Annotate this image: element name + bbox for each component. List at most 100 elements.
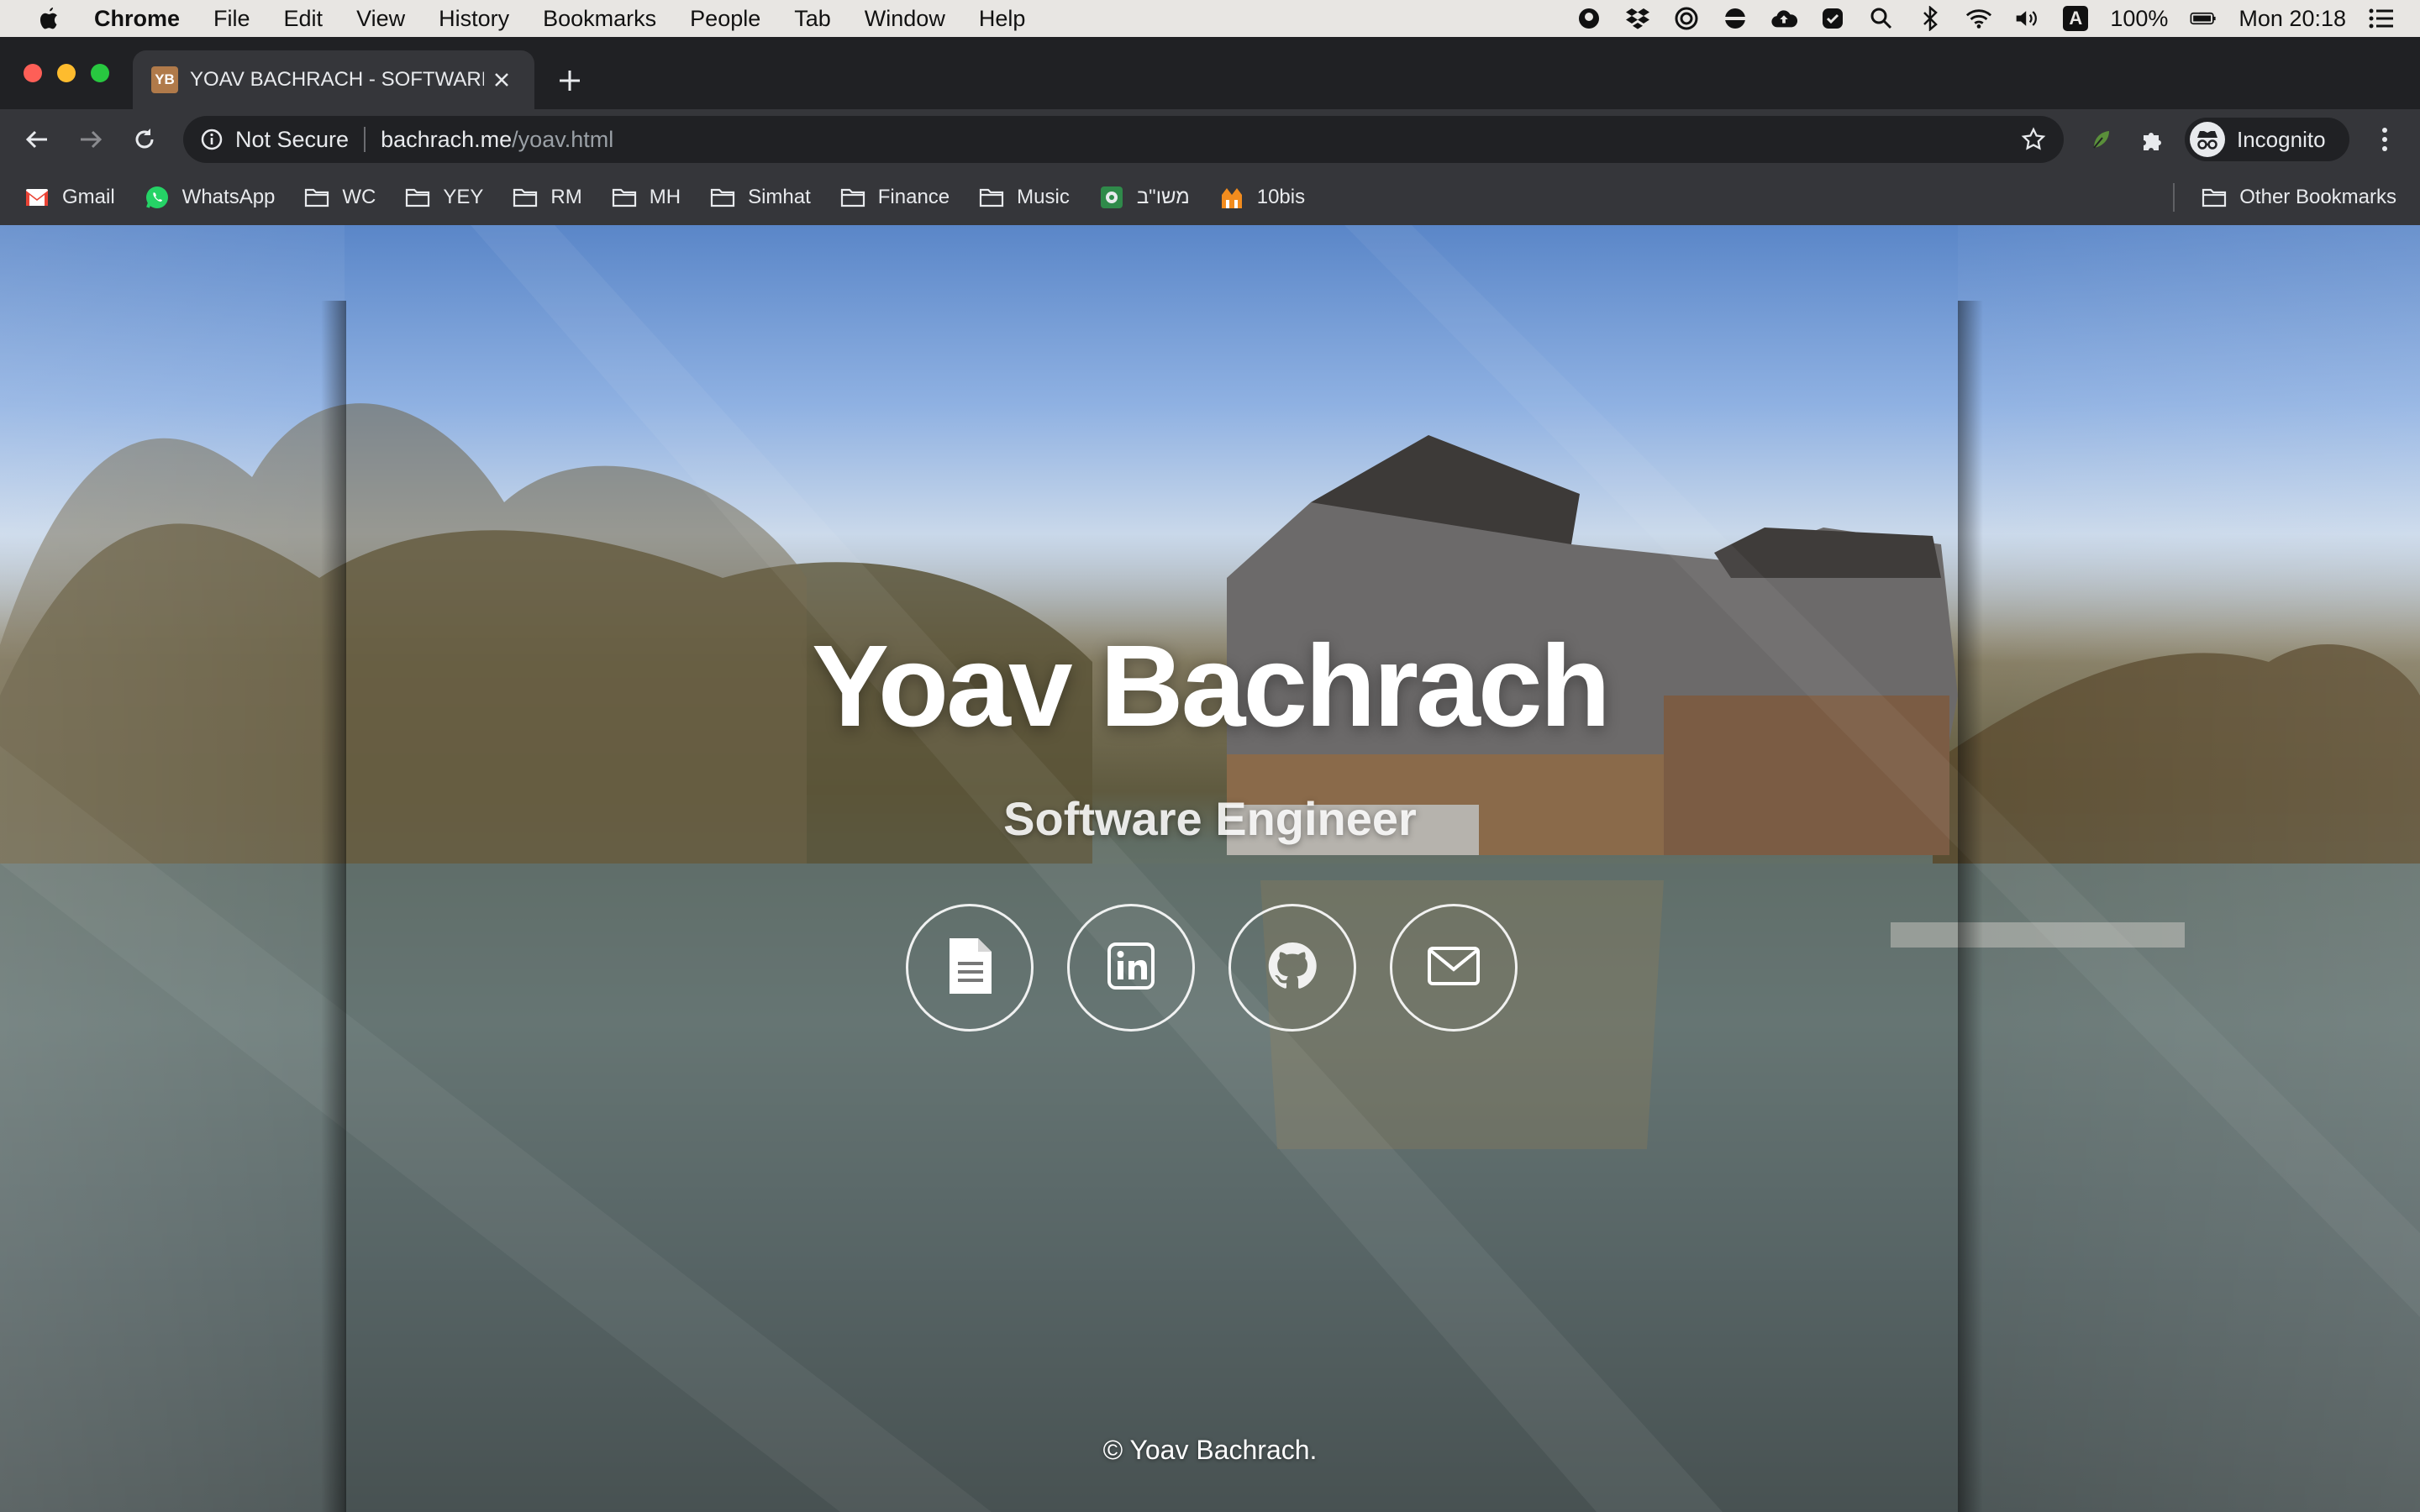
new-tab-button[interactable]	[555, 66, 585, 96]
linkedin-icon	[1107, 942, 1155, 994]
volume-icon[interactable]	[2014, 5, 2041, 32]
hero-name: Yoav Bachrach	[812, 622, 1611, 751]
web-page: Yoav Bachrach Software Engineer © Yoav B…	[0, 225, 2420, 1512]
status-tray: A 100% Mon 20:18	[1576, 0, 2395, 37]
dropbox-icon[interactable]	[1624, 5, 1651, 32]
target-icon[interactable]	[1673, 5, 1700, 32]
site-icon	[1098, 184, 1125, 211]
menu-tab[interactable]: Tab	[794, 6, 831, 32]
bookmark-label: Gmail	[62, 186, 115, 208]
extensions-puzzle-icon[interactable]	[2138, 124, 2168, 155]
bookmark-label: WC	[342, 186, 376, 208]
email-link[interactable]	[1390, 904, 1518, 1032]
bookmark-star-icon[interactable]	[2020, 126, 2047, 153]
folder-icon	[978, 184, 1005, 211]
linkedin-link[interactable]	[1067, 904, 1195, 1032]
bookmark-label: Simhat	[748, 186, 811, 208]
bookmark-whatsapp[interactable]: WhatsApp	[144, 184, 276, 211]
address-bar[interactable]: Not Secure bachrach.me /yoav.html	[183, 116, 2064, 163]
reload-button[interactable]	[128, 123, 161, 156]
menu-people[interactable]: People	[690, 6, 760, 32]
bookmark-gmail[interactable]: Gmail	[24, 184, 115, 211]
bookmark-10bis[interactable]: 10bis	[1218, 184, 1305, 211]
bookmark-label: YEY	[443, 186, 484, 208]
notification-center-icon[interactable]	[2368, 5, 2395, 32]
battery-percent: 100%	[2110, 5, 2169, 31]
fullscreen-window-button[interactable]	[91, 64, 109, 82]
menu-help[interactable]: Help	[979, 6, 1026, 32]
bookmark-folder-wc[interactable]: WC	[303, 184, 376, 211]
apple-icon[interactable]	[34, 3, 64, 34]
bookmark-folder-rm[interactable]: RM	[512, 184, 582, 211]
incognito-icon	[2190, 122, 2225, 157]
tab-active[interactable]: YB YOAV BACHRACH - SOFTWARE ENGINEER	[133, 50, 534, 109]
folder-icon	[611, 184, 638, 211]
folder-icon	[404, 184, 431, 211]
github-link[interactable]	[1228, 904, 1356, 1032]
bookmarks-divider	[2173, 183, 2175, 212]
hero-role: Software Engineer	[1003, 792, 1417, 845]
bookmarks-bar: Gmail WhatsApp WC YEY RM MH Simhat Finan…	[0, 170, 2420, 225]
menu-file[interactable]: File	[213, 6, 250, 32]
bookmark-label: MH	[649, 186, 681, 208]
tab-close-icon[interactable]	[489, 67, 514, 92]
extension-leaf-icon[interactable]	[2086, 124, 2116, 155]
close-window-button[interactable]	[24, 64, 42, 82]
chrome-menu-icon[interactable]	[2368, 123, 2402, 156]
social-links	[906, 904, 1519, 1032]
menu-window[interactable]: Window	[865, 6, 945, 32]
check-badge-icon[interactable]	[1819, 5, 1846, 32]
back-button[interactable]	[20, 123, 54, 156]
bookmark-folder-finance[interactable]: Finance	[839, 184, 950, 211]
url-path: /yoav.html	[512, 126, 614, 152]
folder-icon	[512, 184, 539, 211]
github-tray-icon[interactable]	[1576, 5, 1602, 32]
forward-button[interactable]	[74, 123, 108, 156]
bookmark-label: RM	[550, 186, 582, 208]
address-divider	[364, 127, 366, 152]
menu-edit[interactable]: Edit	[284, 6, 324, 32]
security-status[interactable]: Not Secure	[235, 127, 349, 153]
spotlight-search-icon[interactable]	[1868, 5, 1895, 32]
tab-strip: YB YOAV BACHRACH - SOFTWARE ENGINEER	[0, 37, 2420, 109]
bookmark-folder-yey[interactable]: YEY	[404, 184, 483, 211]
profile-label: Incognito	[2237, 126, 2326, 152]
gmail-icon	[24, 184, 50, 211]
menu-view[interactable]: View	[356, 6, 405, 32]
clock[interactable]: Mon 20:18	[2238, 6, 2346, 32]
10bis-icon	[1218, 184, 1245, 211]
bookmark-other-bookmarks[interactable]: Other Bookmarks	[2201, 170, 2396, 225]
battery-icon[interactable]	[2190, 5, 2217, 32]
bookmark-folder-mh[interactable]: MH	[611, 184, 681, 211]
document-icon	[944, 937, 995, 1000]
browser-toolbar: Not Secure bachrach.me /yoav.html Incogn…	[0, 109, 2420, 170]
whatsapp-icon	[144, 184, 171, 211]
envelope-icon	[1427, 946, 1481, 990]
bookmark-label: 10bis	[1256, 186, 1306, 208]
info-icon[interactable]	[198, 126, 225, 153]
footer-copyright: © Yoav Bachrach.	[1102, 1435, 1318, 1465]
bookmark-mashov[interactable]: משו"ב	[1098, 184, 1190, 211]
bookmark-folder-music[interactable]: Music	[978, 184, 1070, 211]
input-source-icon[interactable]: A	[2063, 6, 2089, 31]
bookmark-label: Finance	[877, 186, 950, 208]
bluetooth-icon[interactable]	[1917, 5, 1944, 32]
wifi-icon[interactable]	[1965, 5, 1992, 32]
github-icon	[1265, 939, 1319, 997]
stripe-circle-icon[interactable]	[1722, 5, 1749, 32]
menu-history[interactable]: History	[439, 6, 509, 32]
cloud-upload-icon[interactable]	[1770, 5, 1798, 32]
tab-title: YOAV BACHRACH - SOFTWARE ENGINEER	[190, 68, 484, 91]
folder-icon	[2201, 184, 2228, 211]
minimize-window-button[interactable]	[57, 64, 76, 82]
resume-link[interactable]	[906, 904, 1034, 1032]
bookmark-folder-simhat[interactable]: Simhat	[709, 184, 811, 211]
menu-app-name[interactable]: Chrome	[94, 6, 180, 32]
menu-bookmarks[interactable]: Bookmarks	[543, 6, 656, 32]
bookmark-label: Other Bookmarks	[2239, 186, 2396, 208]
bookmark-label: WhatsApp	[182, 186, 276, 208]
bookmark-label: Music	[1017, 186, 1070, 208]
hero-section: Yoav Bachrach Software Engineer © Yoav B…	[0, 225, 2420, 1512]
bookmark-label: משו"ב	[1136, 186, 1190, 208]
incognito-profile-button[interactable]: Incognito	[2185, 118, 2349, 161]
